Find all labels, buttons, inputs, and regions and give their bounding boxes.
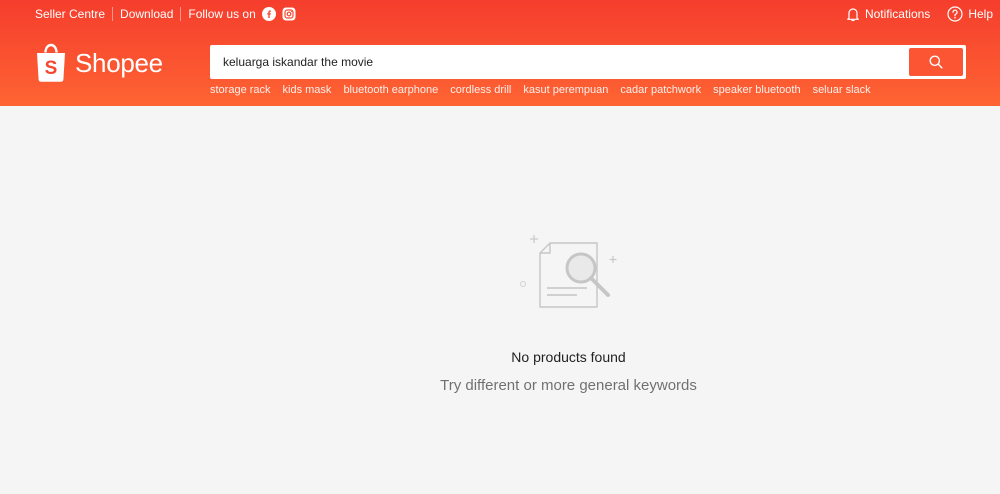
- keyword-link[interactable]: kasut perempuan: [523, 84, 608, 96]
- facebook-icon[interactable]: [261, 7, 276, 21]
- instagram-icon[interactable]: [282, 7, 296, 21]
- bell-icon: [847, 7, 859, 21]
- topbar-left: Seller Centre Download Follow us on: [35, 7, 296, 21]
- divider: [180, 7, 182, 21]
- search-icon: [929, 55, 943, 69]
- divider: [112, 7, 114, 21]
- search-input[interactable]: [213, 48, 909, 76]
- help-label: Help: [968, 7, 993, 21]
- keyword-link[interactable]: cadar patchwork: [620, 84, 701, 96]
- keyword-link[interactable]: bluetooth earphone: [343, 84, 438, 96]
- topbar: Seller Centre Download Follow us on Noti…: [35, 5, 993, 23]
- shopee-logo[interactable]: S Shopee: [35, 43, 163, 83]
- keyword-link[interactable]: seluar slack: [813, 84, 871, 96]
- notifications-button[interactable]: Notifications: [846, 7, 930, 22]
- help-icon: [947, 6, 963, 22]
- keyword-link[interactable]: cordless drill: [450, 84, 511, 96]
- brand-name: Shopee: [75, 48, 163, 78]
- empty-result-icon: [515, 230, 625, 319]
- keyword-link[interactable]: speaker bluetooth: [713, 84, 800, 96]
- follow-us-label: Follow us on: [188, 7, 256, 21]
- shopping-bag-icon: S: [37, 43, 65, 82]
- help-button[interactable]: Help: [947, 6, 993, 22]
- topbar-right: Notifications Help: [829, 6, 993, 22]
- search-button[interactable]: [909, 48, 963, 76]
- keyword-link[interactable]: kids mask: [283, 84, 332, 96]
- trending-keywords: storage rack kids mask bluetooth earphon…: [210, 84, 883, 96]
- empty-state-title: No products found: [511, 349, 626, 365]
- notifications-label: Notifications: [864, 7, 931, 21]
- empty-state-subtitle: Try different or more general keywords: [440, 377, 697, 394]
- header: Seller Centre Download Follow us on Noti…: [0, 0, 1000, 106]
- seller-centre-link[interactable]: Seller Centre: [35, 7, 105, 21]
- search-bar: [210, 45, 966, 79]
- svg-text:S: S: [45, 58, 58, 79]
- download-link[interactable]: Download: [120, 7, 173, 21]
- keyword-link[interactable]: storage rack: [210, 84, 271, 96]
